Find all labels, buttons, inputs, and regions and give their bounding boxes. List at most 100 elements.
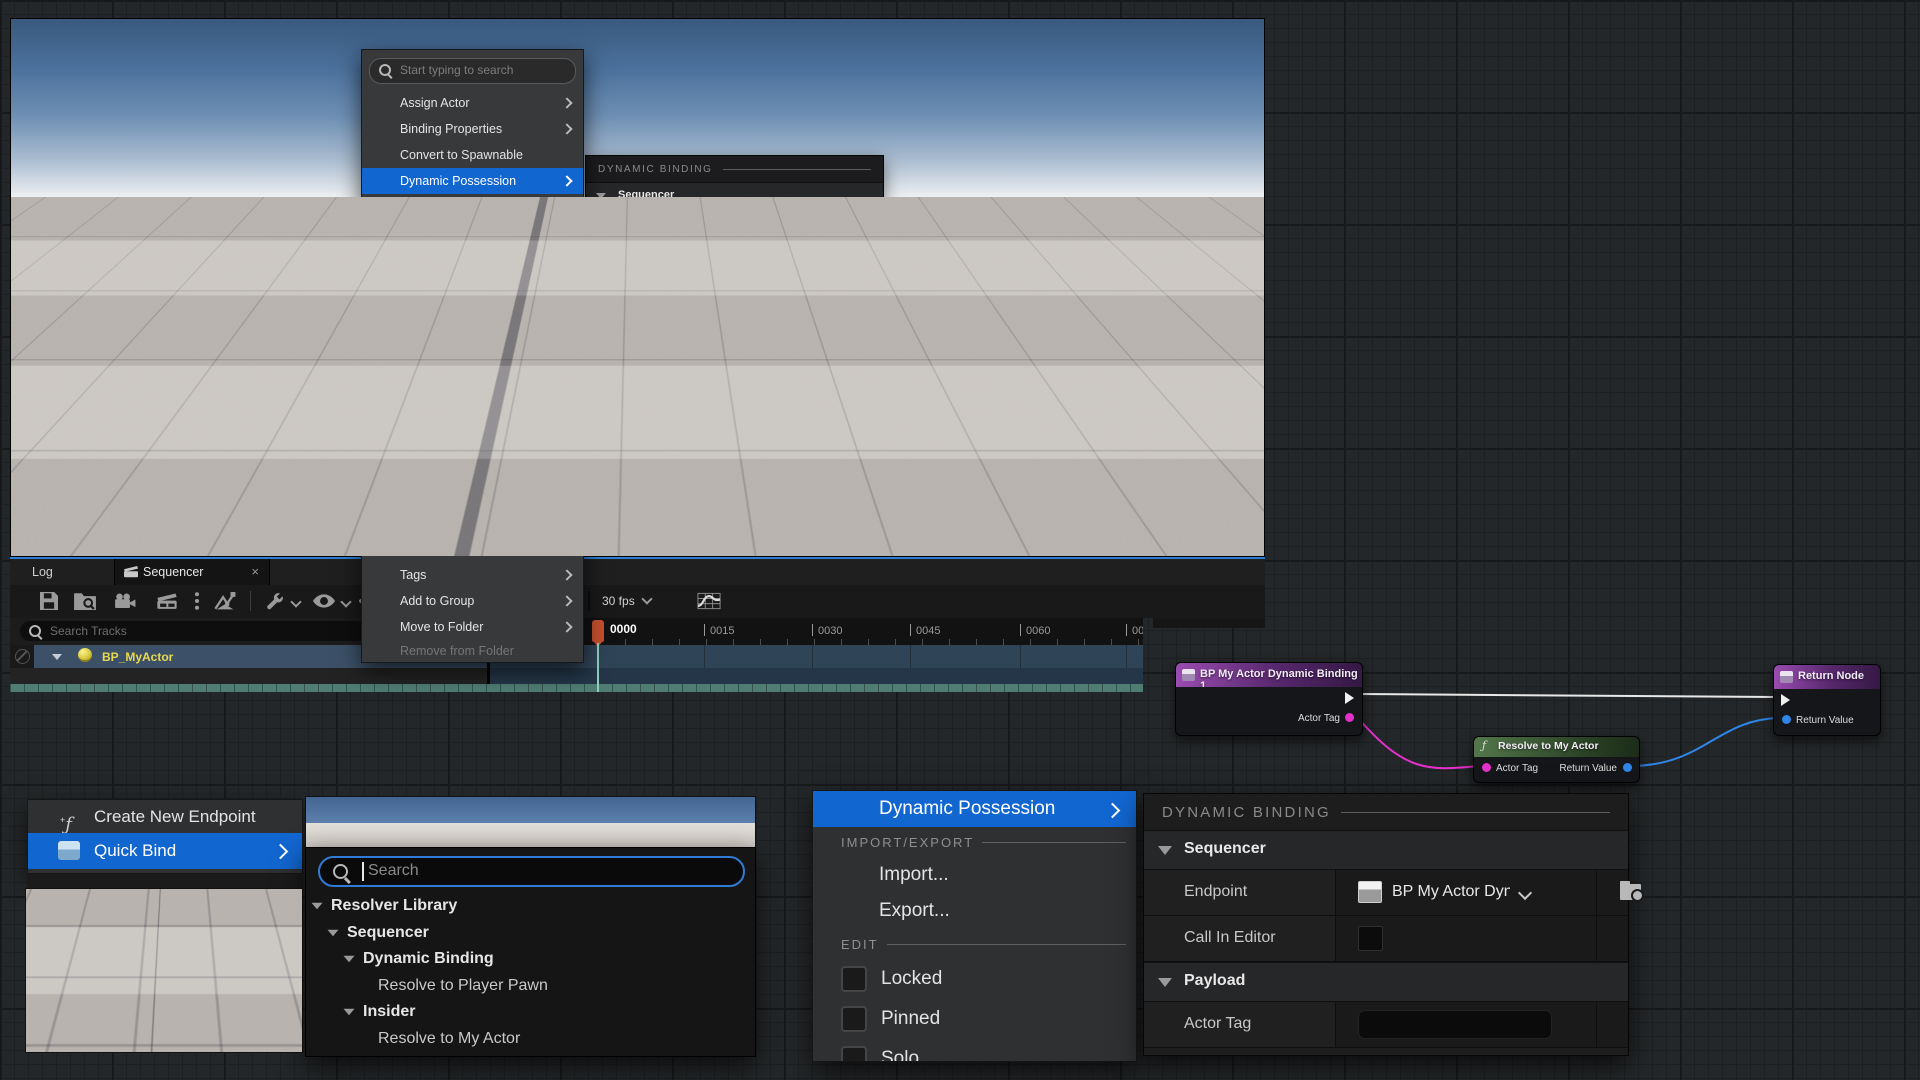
tree-sequencer[interactable]: Sequencer (306, 920, 755, 947)
menu-check-pinned[interactable]: Pinned (362, 311, 583, 334)
menu-item-quick-bind[interactable]: Quick Bind (719, 261, 901, 285)
checkbox[interactable] (373, 338, 388, 353)
menu-item-rename[interactable]: RenameF2 (362, 518, 583, 541)
close-tab-icon[interactable]: × (251, 564, 259, 579)
wrench-dropdown-chevron[interactable] (290, 596, 301, 607)
node-title: Return Node (1798, 670, 1864, 682)
group-sequencer[interactable]: Sequencer (1144, 830, 1628, 870)
menu-item-binding-properties[interactable]: Binding Properties (362, 116, 583, 142)
submenu-arrow-icon (273, 844, 289, 860)
actor-tag-output-pin[interactable] (1345, 713, 1354, 722)
resolver-search-input[interactable]: Search (911, 269, 1195, 289)
dropdown-chevron-icon[interactable] (1518, 886, 1532, 900)
return-value-input-pin[interactable] (1782, 715, 1791, 724)
menu-item-dynamic-possession[interactable]: Dynamic Possession (813, 791, 1136, 827)
return-value-output-pin[interactable] (1623, 763, 1632, 772)
node-return[interactable]: Return Node Return Value (1773, 664, 1881, 736)
curve-editor-icon[interactable] (696, 592, 722, 610)
time-ruler[interactable]: 0015 0030 0045 0060 00 (490, 618, 1143, 645)
expander-triangle-icon[interactable] (596, 193, 606, 199)
tree-dynamic-binding[interactable]: Dynamic Binding (306, 946, 755, 973)
tab-log[interactable]: Log (32, 565, 53, 579)
dropdown-chevron-icon[interactable] (806, 219, 817, 230)
node-resolve-to-my-actor[interactable]: ƒ Resolve to My Actor Actor Tag Return V… (1473, 736, 1640, 783)
menu-item-paste[interactable]: PasteCTRL+V (362, 426, 583, 449)
checkbox[interactable] (841, 1006, 867, 1032)
exec-input-pin[interactable] (1781, 694, 1790, 706)
menu-check-pinned[interactable]: Pinned (813, 999, 1136, 1039)
browse-endpoint-icon[interactable] (834, 215, 852, 231)
menu-search-input[interactable]: Start typing to search (369, 58, 576, 84)
menu-item-assign-actor[interactable]: Assign Actor (362, 90, 583, 116)
menu-item-export[interactable]: Export... (813, 893, 1136, 929)
expander-triangle-icon[interactable] (1158, 978, 1172, 987)
tree-insider[interactable]: Insider (306, 999, 755, 1026)
menu-check-solo[interactable]: Solo (362, 334, 583, 357)
save-icon[interactable] (38, 592, 60, 610)
text-cursor (362, 862, 364, 881)
mute-disabled-icon[interactable] (15, 649, 30, 664)
tree-sequencer[interactable]: Sequencer (903, 312, 1203, 330)
track-timeline-band[interactable] (490, 645, 1143, 668)
endpoint-value-dropdown[interactable]: BP My Actor Dyna (1336, 870, 1597, 915)
resolver-search-input[interactable]: Search (318, 856, 745, 887)
function-icon: ƒ (1482, 739, 1486, 752)
checkbox[interactable] (841, 966, 867, 992)
actions-graph-icon[interactable] (214, 592, 236, 610)
eye-dropdown-chevron[interactable] (340, 596, 351, 607)
wrench-icon[interactable] (264, 592, 286, 610)
tree-resolver-library[interactable]: Resolver Library (903, 294, 1203, 312)
render-movie-icon[interactable] (114, 592, 136, 610)
tab-sequencer[interactable]: Sequencer × (114, 559, 270, 585)
checkbox[interactable] (841, 1046, 867, 1062)
group-sequencer[interactable]: Sequencer (586, 182, 883, 209)
timeline-range-bar[interactable] (10, 684, 1143, 692)
tree-resolve-to-player-pawn[interactable]: Resolve to Player Pawn (306, 973, 755, 1000)
menu-item-add-to-group[interactable]: Add to Group (362, 588, 583, 614)
browse-folder-icon[interactable] (74, 592, 96, 610)
menu-item-import[interactable]: Import... (813, 857, 1136, 893)
menu-item-create-new-endpoint[interactable]: +ƒ Create New Endpoint (719, 237, 901, 261)
call-in-editor-checkbox[interactable] (1358, 926, 1383, 951)
menu-item-convert-to-spawnable[interactable]: Convert to Spawnable (362, 142, 583, 168)
menu-item-export[interactable]: Export... (362, 241, 583, 267)
checkbox[interactable] (373, 292, 388, 307)
actor-tag-input[interactable] (1358, 1010, 1552, 1039)
menu-item-dynamic-possession[interactable]: Dynamic Possession (362, 168, 583, 194)
menu-item-import[interactable]: Import... (362, 215, 583, 241)
menu-item-duplicate[interactable]: DuplicateCTRL+D (362, 449, 583, 472)
menu-item-tags[interactable]: Tags (362, 562, 583, 588)
menu-item-quick-bind[interactable]: Quick Bind (28, 833, 302, 869)
eye-visibility-icon[interactable] (313, 592, 335, 610)
actor-tag-input-pin[interactable] (1482, 763, 1491, 772)
menu-check-solo[interactable]: Solo (813, 1039, 1136, 1062)
track-context-menu: Start typing to search Assign Actor Bind… (361, 49, 584, 663)
playhead-marker[interactable] (592, 620, 604, 642)
node-bp-my-actor-dynamic-binding[interactable]: BP My Actor Dynamic Binding 1 Actor Tag (1175, 662, 1363, 736)
exec-output-pin[interactable] (1345, 692, 1354, 704)
fps-chevron (641, 593, 652, 604)
menu-item-delete[interactable]: ✕Delete (362, 472, 583, 495)
browse-endpoint-icon[interactable] (1620, 881, 1646, 903)
group-payload[interactable]: Payload (1144, 962, 1628, 1002)
expand-triangle-icon[interactable] (52, 654, 62, 660)
checkbox[interactable] (373, 315, 388, 330)
menu-item-create-new-endpoint[interactable]: +ƒ Create New Endpoint (28, 800, 302, 833)
menu-item-remove-from-folder[interactable]: Remove from Folder (362, 640, 583, 663)
menu-item-move-to-folder[interactable]: Move to Folder (362, 614, 583, 640)
tree-resolve-to-my-actor[interactable]: Resolve to My Actor (306, 1026, 755, 1053)
more-options-dots-icon[interactable] (194, 592, 200, 610)
menu-check-mute[interactable]: Mute (362, 357, 583, 380)
fps-dropdown[interactable]: 30 fps (602, 594, 651, 608)
menu-item-cut[interactable]: CutCTRL+X (362, 380, 583, 403)
tree-dynamic-binding[interactable]: Dynamic Binding (903, 330, 1203, 348)
tree-resolver-library[interactable]: Resolver Library (306, 893, 755, 920)
menu-check-locked[interactable]: Locked (362, 288, 583, 311)
sequences-clapper-icon[interactable] (156, 592, 178, 610)
menu-item-copy[interactable]: CopyCTRL+C (362, 403, 583, 426)
menu-item-delete-keep-state[interactable]: ✕Delete and Keep State (362, 495, 583, 518)
tree-resolve-to-player-pawn[interactable]: Resolve to Player Pawn (903, 348, 1203, 366)
menu-check-locked[interactable]: Locked (813, 959, 1136, 999)
checkbox[interactable] (373, 361, 388, 376)
expander-triangle-icon[interactable] (1158, 846, 1172, 855)
